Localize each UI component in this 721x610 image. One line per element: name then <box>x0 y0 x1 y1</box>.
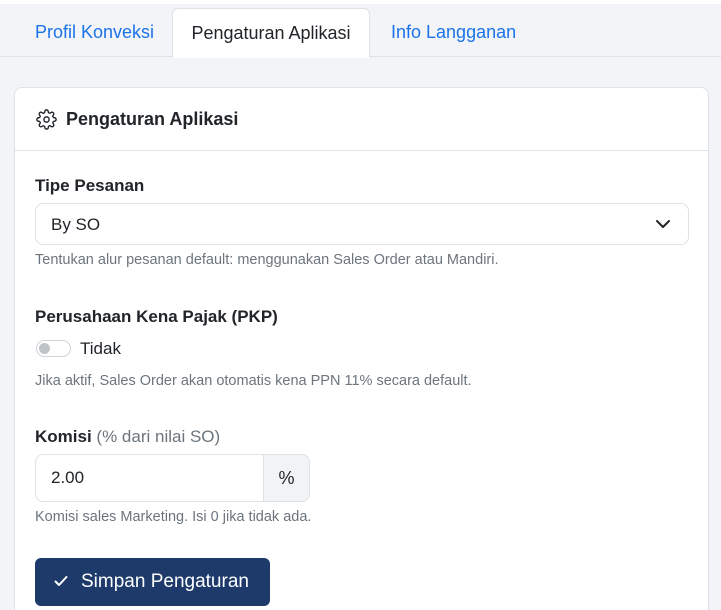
commission-input-group: % <box>35 454 310 502</box>
pkp-toggle[interactable] <box>36 340 71 357</box>
check-icon <box>54 576 68 586</box>
commission-help: Komisi sales Marketing. Isi 0 jika tidak… <box>35 509 312 525</box>
commission-label: Komisi (% dari nilai SO) <box>35 426 220 448</box>
gear-icon <box>36 109 57 130</box>
pkp-toggle-group: Tidak <box>35 337 155 361</box>
pkp-label: Perusahaan Kena Pajak (PKP) <box>35 307 278 326</box>
save-settings-button[interactable]: Simpan Pengaturan <box>35 558 270 606</box>
order-type-value: By SO <box>51 215 101 234</box>
commission-label-text: Komisi <box>35 427 92 446</box>
order-type-select[interactable]: By SO <box>35 203 689 245</box>
order-type-label: Tipe Pesanan <box>35 176 145 195</box>
commission-input[interactable] <box>35 454 264 502</box>
save-button-label: Simpan Pengaturan <box>81 571 249 592</box>
commission-label-suffix: (% dari nilai SO) <box>96 427 221 446</box>
tab-profil-konveksi[interactable]: Profil Konveksi <box>35 8 154 57</box>
order-type-help: Tentukan alur pesanan default: menggunak… <box>35 252 499 268</box>
card-title: Pengaturan Aplikasi <box>66 109 239 129</box>
pkp-toggle-label: Tidak <box>80 339 121 358</box>
tab-bar: Profil Konveksi Pengaturan Aplikasi Info… <box>0 8 721 58</box>
chevron-down-icon <box>656 220 670 228</box>
percent-addon: % <box>263 454 310 502</box>
tab-pengaturan-aplikasi[interactable]: Pengaturan Aplikasi <box>172 8 370 58</box>
card-header: Pengaturan Aplikasi <box>15 88 708 151</box>
top-strip <box>0 0 721 4</box>
settings-card: Pengaturan Aplikasi Tipe Pesanan By SO T… <box>14 87 709 610</box>
tab-info-langganan[interactable]: Info Langganan <box>391 8 516 57</box>
pkp-help: Jika aktif, Sales Order akan otomatis ke… <box>35 373 472 389</box>
toggle-knob <box>39 343 50 354</box>
